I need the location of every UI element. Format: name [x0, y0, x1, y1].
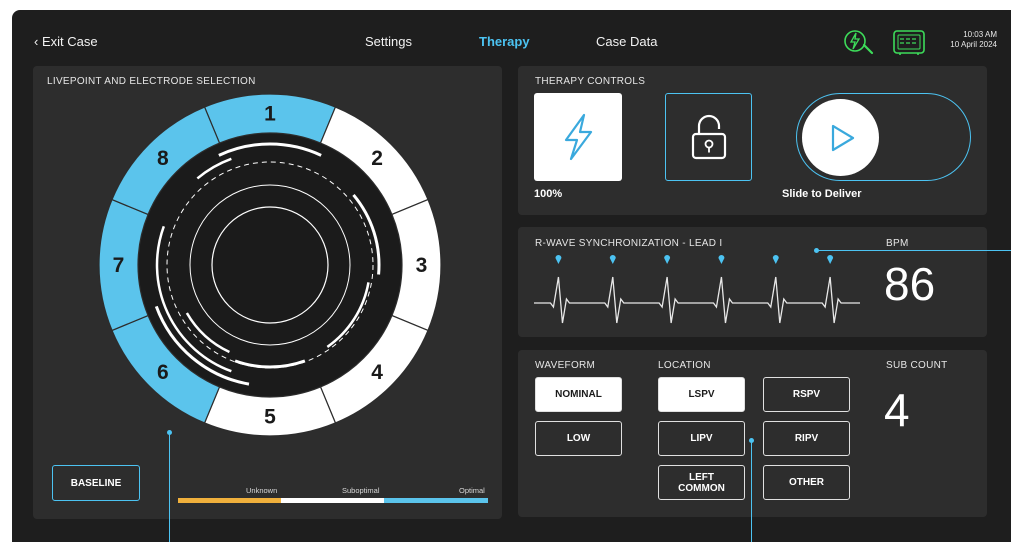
electrode-label-8: 8	[157, 147, 169, 170]
waveform-low-button[interactable]: LOW	[535, 421, 622, 456]
rwave-title: R-WAVE SYNCHRONIZATION - LEAD I	[535, 238, 723, 249]
lightning-icon	[564, 113, 593, 161]
legend-bar	[178, 498, 488, 503]
exit-case-label: Exit Case	[41, 34, 98, 49]
waveform-location-panel: WAVEFORM LOCATION SUB COUNT NOMINAL LOW …	[518, 350, 987, 517]
tab-settings[interactable]: Settings	[365, 34, 412, 49]
location-ripv-button[interactable]: RIPV	[763, 421, 850, 456]
callout-dot-rwave	[814, 248, 819, 253]
tab-therapy[interactable]: Therapy	[479, 34, 530, 49]
electrode-label-3: 3	[416, 254, 428, 277]
slide-to-deliver-slider[interactable]	[796, 93, 971, 181]
electrode-label-1: 1	[264, 103, 276, 126]
electrode-label-5: 5	[264, 406, 276, 429]
callout-dot-location	[749, 438, 754, 443]
r-wave-marker	[718, 255, 725, 264]
play-icon	[831, 124, 854, 151]
pulse-sensor-icon[interactable]	[844, 30, 874, 55]
waveform-nominal-button[interactable]: NOMINAL	[535, 377, 622, 412]
r-wave-marker	[609, 255, 616, 264]
sub-count-value: 4	[884, 384, 910, 436]
therapy-controls-panel: THERAPY CONTROLS 100% Slide to Deliver	[518, 66, 987, 215]
location-other-button[interactable]: OTHER	[763, 465, 850, 500]
livepoint-panel: LIVEPOINT AND ELECTRODE SELECTION 123456…	[33, 66, 502, 519]
location-left-common-button[interactable]: LEFT COMMON	[658, 465, 745, 500]
therapy-controls-title: THERAPY CONTROLS	[535, 76, 646, 87]
bpm-value: 86	[884, 258, 936, 310]
location-lipv-button[interactable]: LIPV	[658, 421, 745, 456]
rwave-panel: R-WAVE SYNCHRONIZATION - LEAD I BPM 86	[518, 227, 987, 337]
device-screen: ‹ Exit Case Settings Therapy Case Data 1…	[12, 10, 1011, 542]
r-wave-marker	[555, 255, 562, 264]
unlock-icon	[691, 114, 726, 160]
electrode-label-2: 2	[371, 147, 383, 170]
legend-optimal-swatch	[384, 498, 488, 503]
energy-button[interactable]	[534, 93, 622, 181]
exit-case-button[interactable]: ‹ Exit Case	[34, 34, 98, 49]
legend-unknown-swatch	[178, 498, 281, 503]
electrode-ring: 1 2 3 4 5 6 7 8	[98, 93, 442, 437]
ring-inner-disc	[138, 133, 402, 397]
slide-to-deliver-label: Slide to Deliver	[782, 188, 862, 200]
date-label: 10 April 2024	[950, 40, 997, 49]
clock: 10:03 AM 10 April 2024	[950, 30, 997, 50]
status-icons	[842, 27, 932, 62]
tab-case-data[interactable]: Case Data	[596, 34, 657, 49]
monitor-icon[interactable]	[893, 30, 925, 55]
r-wave-marker	[664, 255, 671, 264]
chevron-left-icon: ‹	[34, 34, 39, 49]
electrode-label-4: 4	[371, 361, 383, 384]
callout-line-rwave	[817, 250, 1011, 251]
bpm-label: BPM	[886, 238, 909, 249]
slider-knob[interactable]	[802, 99, 879, 176]
callout-dot-ring	[167, 430, 172, 435]
r-wave-marker	[827, 255, 834, 264]
ecg-trace	[534, 276, 860, 324]
top-nav: ‹ Exit Case Settings Therapy Case Data 1…	[12, 10, 1011, 55]
legend-suboptimal-label: Suboptimal	[342, 486, 380, 495]
baseline-button[interactable]: BASELINE	[52, 465, 140, 501]
waveform-title: WAVEFORM	[535, 360, 596, 371]
time-label: 10:03 AM	[963, 30, 997, 39]
callout-line-ring	[169, 432, 170, 542]
r-wave-marker	[772, 255, 779, 264]
electrode-label-7: 7	[113, 254, 125, 277]
energy-percent: 100%	[534, 188, 563, 200]
legend-optimal-label: Optimal	[459, 486, 485, 495]
legend-unknown-label: Unknown	[246, 486, 278, 495]
sub-count-title: SUB COUNT	[886, 360, 948, 371]
legend-suboptimal-swatch	[281, 498, 384, 503]
location-title: LOCATION	[658, 360, 711, 371]
electrode-label-6: 6	[157, 361, 169, 384]
location-lspv-button[interactable]: LSPV	[658, 377, 745, 412]
location-rspv-button[interactable]: RSPV	[763, 377, 850, 412]
ecg-waveform	[534, 255, 860, 324]
unlock-button[interactable]	[665, 93, 752, 181]
callout-line-location	[751, 440, 752, 542]
